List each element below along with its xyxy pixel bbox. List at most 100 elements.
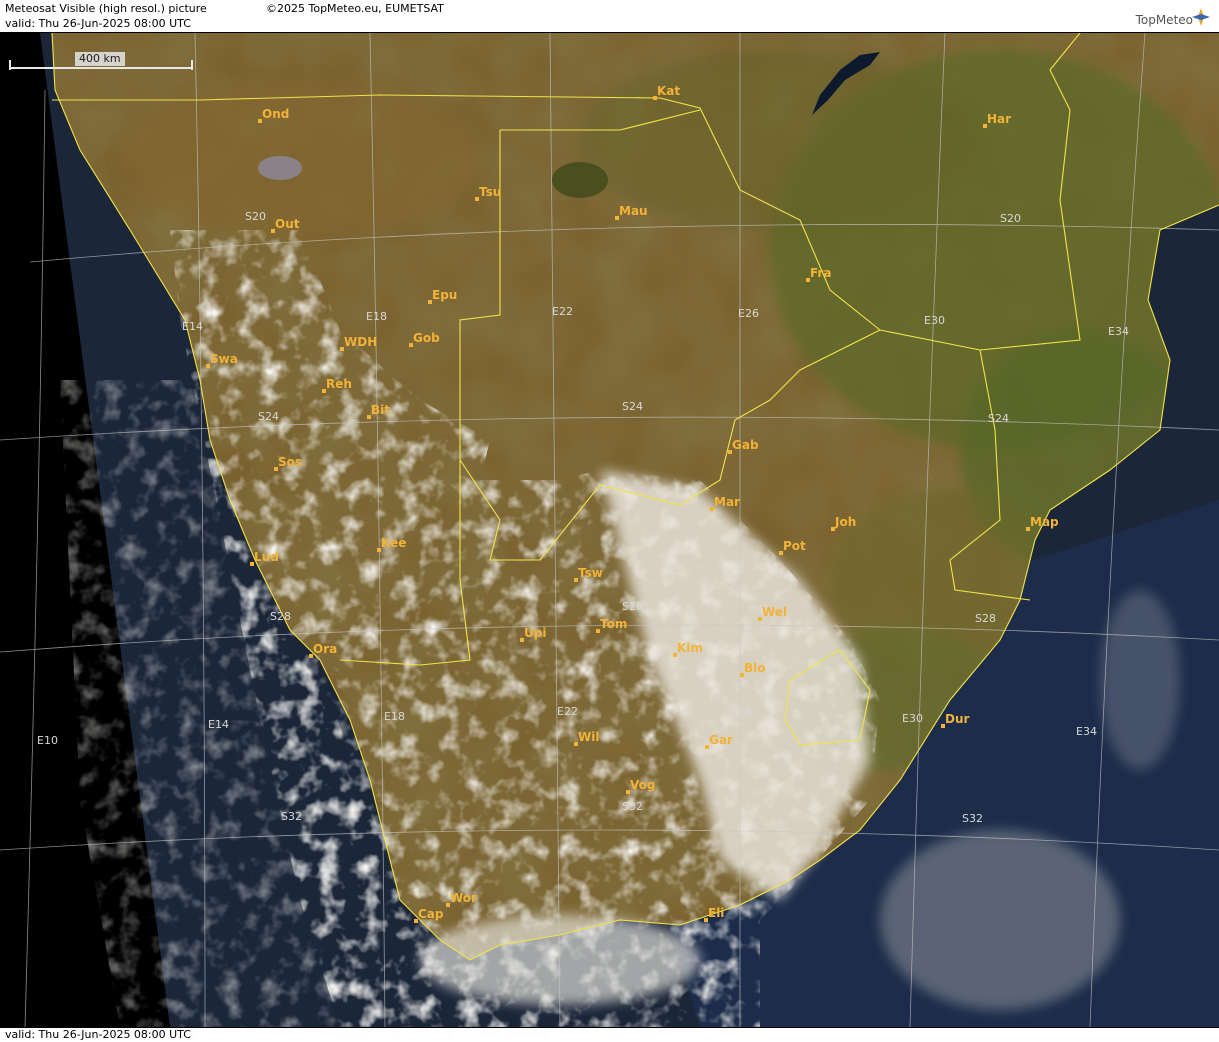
lon-label: E22 xyxy=(557,705,578,718)
lon-label: E14 xyxy=(208,718,229,731)
city-bit[interactable]: Bit xyxy=(367,403,390,419)
svg-text:Mau: Mau xyxy=(619,204,648,218)
svg-text:Wel: Wel xyxy=(762,605,787,619)
city-sos[interactable]: Sos xyxy=(274,455,302,471)
lat-label: S24 xyxy=(988,412,1009,425)
svg-text:Kim: Kim xyxy=(677,641,703,655)
city-wdh[interactable]: WDH xyxy=(340,335,377,351)
svg-text:Pot: Pot xyxy=(783,539,806,553)
city-mau[interactable]: Mau xyxy=(615,204,648,220)
svg-text:Tsw: Tsw xyxy=(578,566,603,580)
svg-text:Bit: Bit xyxy=(371,403,390,417)
city-gab[interactable]: Gab xyxy=(728,438,759,454)
city-gob[interactable]: Gob xyxy=(409,331,440,347)
city-wor[interactable]: Wor xyxy=(446,891,477,907)
lon-label: E22 xyxy=(552,305,573,318)
svg-text:Joh: Joh xyxy=(834,515,856,529)
city-tsw[interactable]: Tsw xyxy=(574,566,603,582)
svg-text:Lud: Lud xyxy=(254,550,279,564)
svg-text:Ond: Ond xyxy=(262,107,289,121)
lon-label: E30 xyxy=(924,314,945,327)
lon-label: E10 xyxy=(37,734,58,747)
svg-text:Out: Out xyxy=(275,217,300,231)
lat-label: S20 xyxy=(245,210,266,223)
svg-text:Gob: Gob xyxy=(413,331,440,345)
lat-label: S24 xyxy=(258,410,279,423)
lat-label: S32 xyxy=(962,812,983,825)
city-lud[interactable]: Lud xyxy=(250,550,279,566)
svg-text:Ora: Ora xyxy=(313,642,337,656)
header-bar: Meteosat Visible (high resol.) picture v… xyxy=(0,0,1219,33)
svg-text:Blo: Blo xyxy=(744,661,766,675)
compass-logo-icon xyxy=(1192,8,1210,26)
city-epu[interactable]: Epu xyxy=(428,288,457,304)
city-kim[interactable]: Kim xyxy=(673,641,703,657)
city-ond[interactable]: Ond xyxy=(258,107,289,123)
svg-text:Dur: Dur xyxy=(945,712,970,726)
lon-label: E34 xyxy=(1076,725,1097,738)
city-cap[interactable]: Cap xyxy=(414,907,444,923)
lon-label: E18 xyxy=(384,710,405,723)
lat-label: S32 xyxy=(622,800,643,813)
svg-text:Map: Map xyxy=(1030,515,1059,529)
city-mar[interactable]: Mar xyxy=(710,495,740,511)
svg-text:Swa: Swa xyxy=(210,352,238,366)
copyright-text: ©2025 TopMeteo.eu, EUMETSAT xyxy=(266,2,444,15)
lon-label: E30 xyxy=(902,712,923,725)
satellite-map[interactable]: S20 S20 S24 S24 S24 S28 S28 S28 S32 S32 … xyxy=(0,33,1219,1027)
city-upi[interactable]: Upi xyxy=(520,626,546,642)
svg-text:Upi: Upi xyxy=(524,626,546,640)
city-swa[interactable]: Swa xyxy=(206,352,238,368)
lon-label: E18 xyxy=(366,310,387,323)
svg-text:Mar: Mar xyxy=(714,495,740,509)
city-gar[interactable]: Gar xyxy=(705,733,733,749)
city-wil[interactable]: Wil xyxy=(574,730,599,746)
city-pot[interactable]: Pot xyxy=(779,539,806,555)
city-ora[interactable]: Ora xyxy=(309,642,337,658)
city-vog[interactable]: Vog xyxy=(626,778,655,794)
city-tom[interactable]: Tom xyxy=(596,617,627,633)
footer-bar: valid: Thu 26-Jun-2025 08:00 UTC xyxy=(0,1027,1219,1042)
footer-valid-time: valid: Thu 26-Jun-2025 08:00 UTC xyxy=(5,1028,191,1041)
city-eli[interactable]: Eli xyxy=(704,906,724,922)
svg-text:Fra: Fra xyxy=(810,266,831,280)
city-tsu[interactable]: Tsu xyxy=(475,185,501,201)
city-reh[interactable]: Reh xyxy=(322,377,352,393)
city-kee[interactable]: Kee xyxy=(377,536,406,552)
city-har[interactable]: Har xyxy=(983,112,1011,128)
svg-text:WDH: WDH xyxy=(344,335,377,349)
svg-text:Wil: Wil xyxy=(578,730,599,744)
valid-time: valid: Thu 26-Jun-2025 08:00 UTC xyxy=(5,17,191,30)
svg-text:Tsu: Tsu xyxy=(479,185,501,199)
lat-label: S24 xyxy=(622,400,643,413)
svg-text:Vog: Vog xyxy=(630,778,655,792)
lon-label: E26 xyxy=(730,706,751,719)
city-out[interactable]: Out xyxy=(271,217,300,233)
svg-text:Gar: Gar xyxy=(709,733,733,747)
lat-label: S28 xyxy=(975,612,996,625)
svg-text:Kat: Kat xyxy=(657,84,680,98)
svg-text:Har: Har xyxy=(987,112,1011,126)
lat-label: S32 xyxy=(281,810,302,823)
svg-text:Eli: Eli xyxy=(708,906,724,920)
lat-label: S20 xyxy=(1000,212,1021,225)
svg-text:Epu: Epu xyxy=(432,288,457,302)
city-wel[interactable]: Wel xyxy=(758,605,787,621)
svg-text:Reh: Reh xyxy=(326,377,352,391)
city-joh[interactable]: Joh xyxy=(831,515,856,531)
scale-bar-label: 400 km xyxy=(75,52,125,66)
lon-label: E14 xyxy=(182,320,203,333)
svg-text:Kee: Kee xyxy=(381,536,406,550)
city-map[interactable]: Map xyxy=(1026,515,1059,531)
svg-text:Tom: Tom xyxy=(600,617,627,631)
svg-text:Gab: Gab xyxy=(732,438,759,452)
city-kat[interactable]: Kat xyxy=(653,84,680,100)
lon-label: E26 xyxy=(738,307,759,320)
city-dur[interactable]: Dur xyxy=(941,712,970,728)
city-fra[interactable]: Fra xyxy=(806,266,831,282)
city-blo[interactable]: Blo xyxy=(740,661,766,677)
map-canvas: S20 S20 S24 S24 S24 S28 S28 S28 S32 S32 … xyxy=(0,33,1219,1027)
svg-text:Wor: Wor xyxy=(450,891,477,905)
product-title: Meteosat Visible (high resol.) picture xyxy=(5,2,207,15)
svg-text:Sos: Sos xyxy=(278,455,302,469)
